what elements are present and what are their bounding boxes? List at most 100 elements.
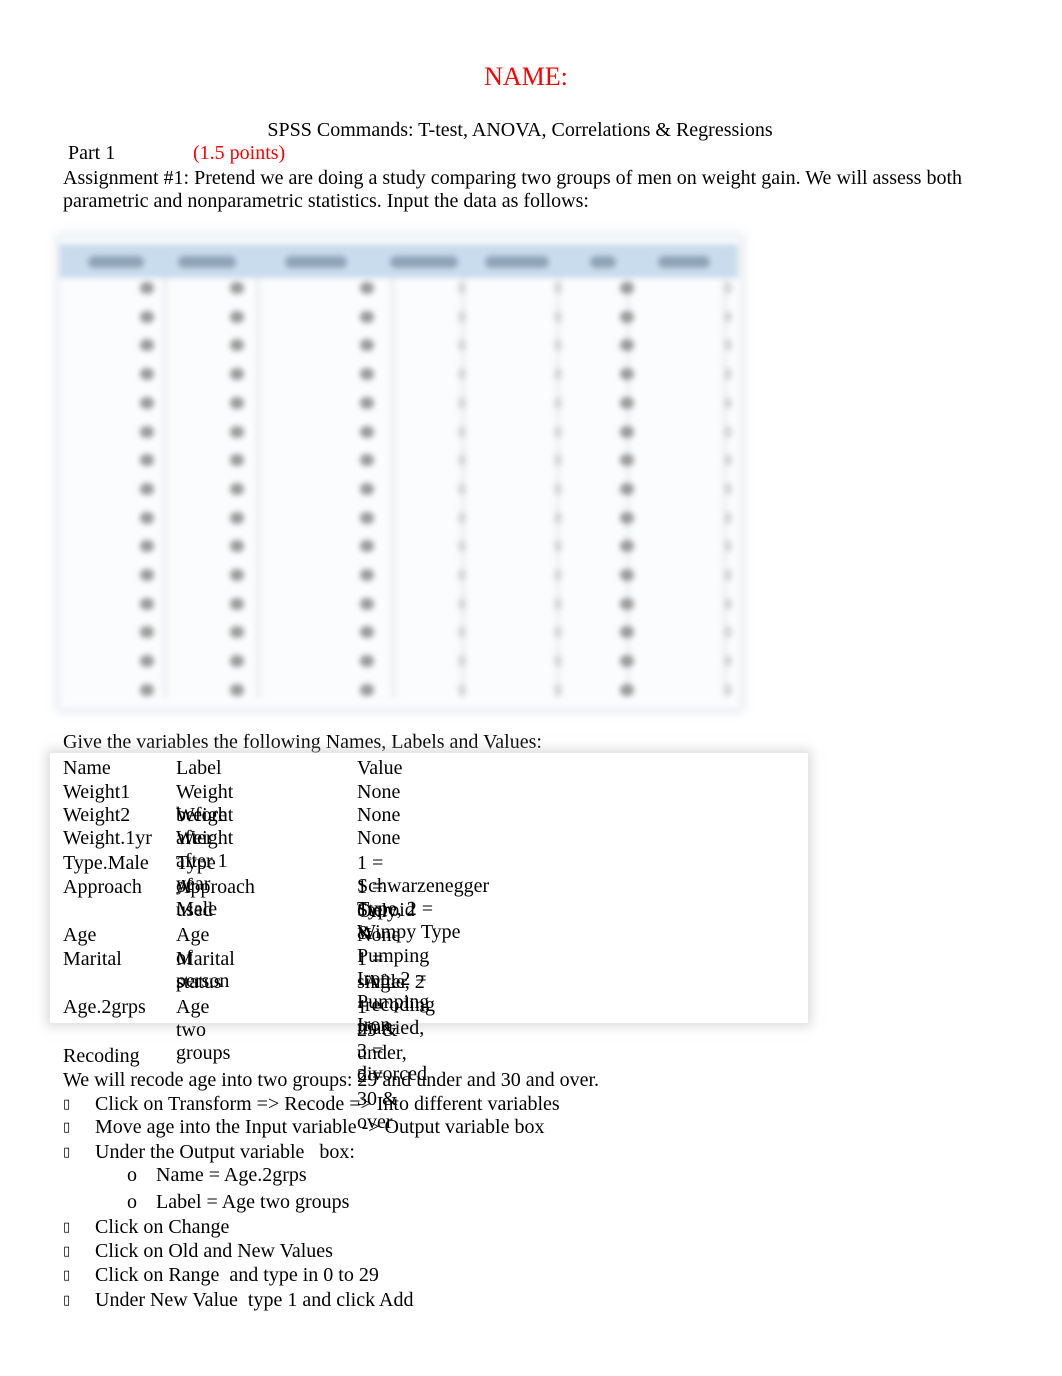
table-cell-blurred xyxy=(360,683,374,696)
name-heading: NAME: xyxy=(484,62,568,91)
table-cell-blurred xyxy=(230,655,244,668)
header-cell-blurred xyxy=(88,256,144,268)
table-cell-blurred xyxy=(360,454,374,467)
table-cell-blurred xyxy=(230,454,244,467)
step-text: Click on Range and type in 0 to 29 xyxy=(95,1264,379,1286)
substep-item: o Label = Age two groups xyxy=(0,1191,1000,1215)
table-cell-blurred xyxy=(458,683,466,696)
table-cell-blurred xyxy=(230,482,244,495)
column-divider xyxy=(390,278,396,698)
table-cell-blurred xyxy=(458,425,466,438)
substep-text: Label = Age two groups xyxy=(156,1191,350,1213)
table-cell-blurred xyxy=(360,368,374,381)
variable-name: Weight1 xyxy=(63,781,131,803)
variable-label: Age two groups xyxy=(176,996,231,1064)
table-cell-blurred xyxy=(458,626,466,639)
table-cell-blurred xyxy=(724,282,732,294)
table-cell-blurred xyxy=(140,368,154,381)
table-cell-blurred xyxy=(360,310,374,323)
table-cell-blurred xyxy=(140,683,154,696)
header-cell-blurred xyxy=(390,256,458,268)
substep-item: o Name = Age.2grps xyxy=(0,1164,1000,1188)
table-cell-blurred xyxy=(458,569,466,581)
table-cell-blurred xyxy=(724,655,732,668)
step-text: Click on Transform => Recode => Into dif… xyxy=(95,1093,560,1115)
data-table-header xyxy=(60,244,738,278)
recoding-heading: Recoding xyxy=(63,1045,140,1067)
table-cell-blurred xyxy=(554,511,562,524)
table-cell-blurred xyxy=(620,626,634,639)
table-cell-blurred xyxy=(140,569,154,581)
table-cell-blurred xyxy=(230,597,244,610)
variable-value: None xyxy=(357,804,401,826)
header-cell-blurred xyxy=(590,256,616,268)
header-value: Value xyxy=(357,757,403,779)
variable-name: Approach xyxy=(63,876,142,898)
table-cell-blurred xyxy=(360,282,374,294)
table-cell-blurred xyxy=(724,569,732,581)
step-text: Move age into the Input variable -> Outp… xyxy=(95,1116,545,1138)
table-cell-blurred xyxy=(554,569,562,581)
table-cell-blurred xyxy=(140,655,154,668)
table-cell-blurred xyxy=(360,569,374,581)
bullet-icon: ▯ xyxy=(63,1220,71,1235)
table-cell-blurred xyxy=(620,655,634,668)
table-cell-blurred xyxy=(554,454,562,467)
variable-name: Weight.1yr xyxy=(63,827,152,849)
table-cell-blurred xyxy=(458,310,466,323)
bullet-icon: ▯ xyxy=(63,1244,71,1259)
table-cell-blurred xyxy=(554,282,562,294)
table-cell-blurred xyxy=(458,282,466,294)
table-cell-blurred xyxy=(458,368,466,381)
table-cell-blurred xyxy=(724,683,732,696)
variable-value-continued: Only xyxy=(357,900,397,922)
bullet-icon: ▯ xyxy=(63,1293,71,1308)
step-item: ▯ Click on Transform => Recode => Into d… xyxy=(0,1093,1000,1117)
table-cell-blurred xyxy=(458,454,466,467)
bullet-icon: ▯ xyxy=(63,1120,71,1135)
table-cell-blurred xyxy=(724,368,732,381)
assignment-text: Assignment #1: Pretend we are doing a st… xyxy=(63,167,962,212)
table-cell-blurred xyxy=(724,511,732,524)
header-cell-blurred xyxy=(178,256,236,268)
bullet-icon: ▯ xyxy=(63,1268,71,1283)
table-cell-blurred xyxy=(554,626,562,639)
table-cell-blurred xyxy=(554,482,562,495)
table-cell-blurred xyxy=(360,425,374,438)
table-cell-blurred xyxy=(554,425,562,438)
table-cell-blurred xyxy=(140,425,154,438)
table-cell-blurred xyxy=(140,310,154,323)
variable-value: None xyxy=(357,827,401,849)
table-cell-blurred xyxy=(360,339,374,352)
table-cell-blurred xyxy=(230,683,244,696)
bullet-icon: ▯ xyxy=(63,1097,71,1112)
table-cell-blurred xyxy=(230,368,244,381)
table-cell-blurred xyxy=(230,626,244,639)
table-cell-blurred xyxy=(458,511,466,524)
table-cell-blurred xyxy=(230,339,244,352)
table-cell-blurred xyxy=(554,310,562,323)
step-item: ▯ Click on Change xyxy=(0,1216,1000,1240)
table-cell-blurred xyxy=(140,511,154,524)
variable-name: Age xyxy=(63,924,97,946)
variables-intro: Give the variables the following Names, … xyxy=(63,731,542,753)
table-cell-blurred xyxy=(458,482,466,495)
bullet-icon: ▯ xyxy=(63,1145,71,1160)
variable-name: Age.2grps xyxy=(63,996,146,1018)
table-cell-blurred xyxy=(724,425,732,438)
header-cell-blurred xyxy=(285,256,347,268)
variable-name: Type.Male xyxy=(63,852,149,874)
header-cell-blurred xyxy=(658,256,710,268)
step-text: Click on Change xyxy=(95,1216,230,1238)
table-cell-blurred xyxy=(620,396,634,409)
document-subtitle: SPSS Commands: T-test, ANOVA, Correlatio… xyxy=(267,119,773,141)
step-item: ▯ Click on Old and New Values xyxy=(0,1240,1000,1264)
variable-name: Marital xyxy=(63,948,122,970)
table-cell-blurred xyxy=(554,540,562,553)
table-cell-blurred xyxy=(554,597,562,610)
table-cell-blurred xyxy=(554,339,562,352)
table-cell-blurred xyxy=(140,454,154,467)
table-cell-blurred xyxy=(554,368,562,381)
table-cell-blurred xyxy=(360,396,374,409)
table-cell-blurred xyxy=(458,540,466,553)
